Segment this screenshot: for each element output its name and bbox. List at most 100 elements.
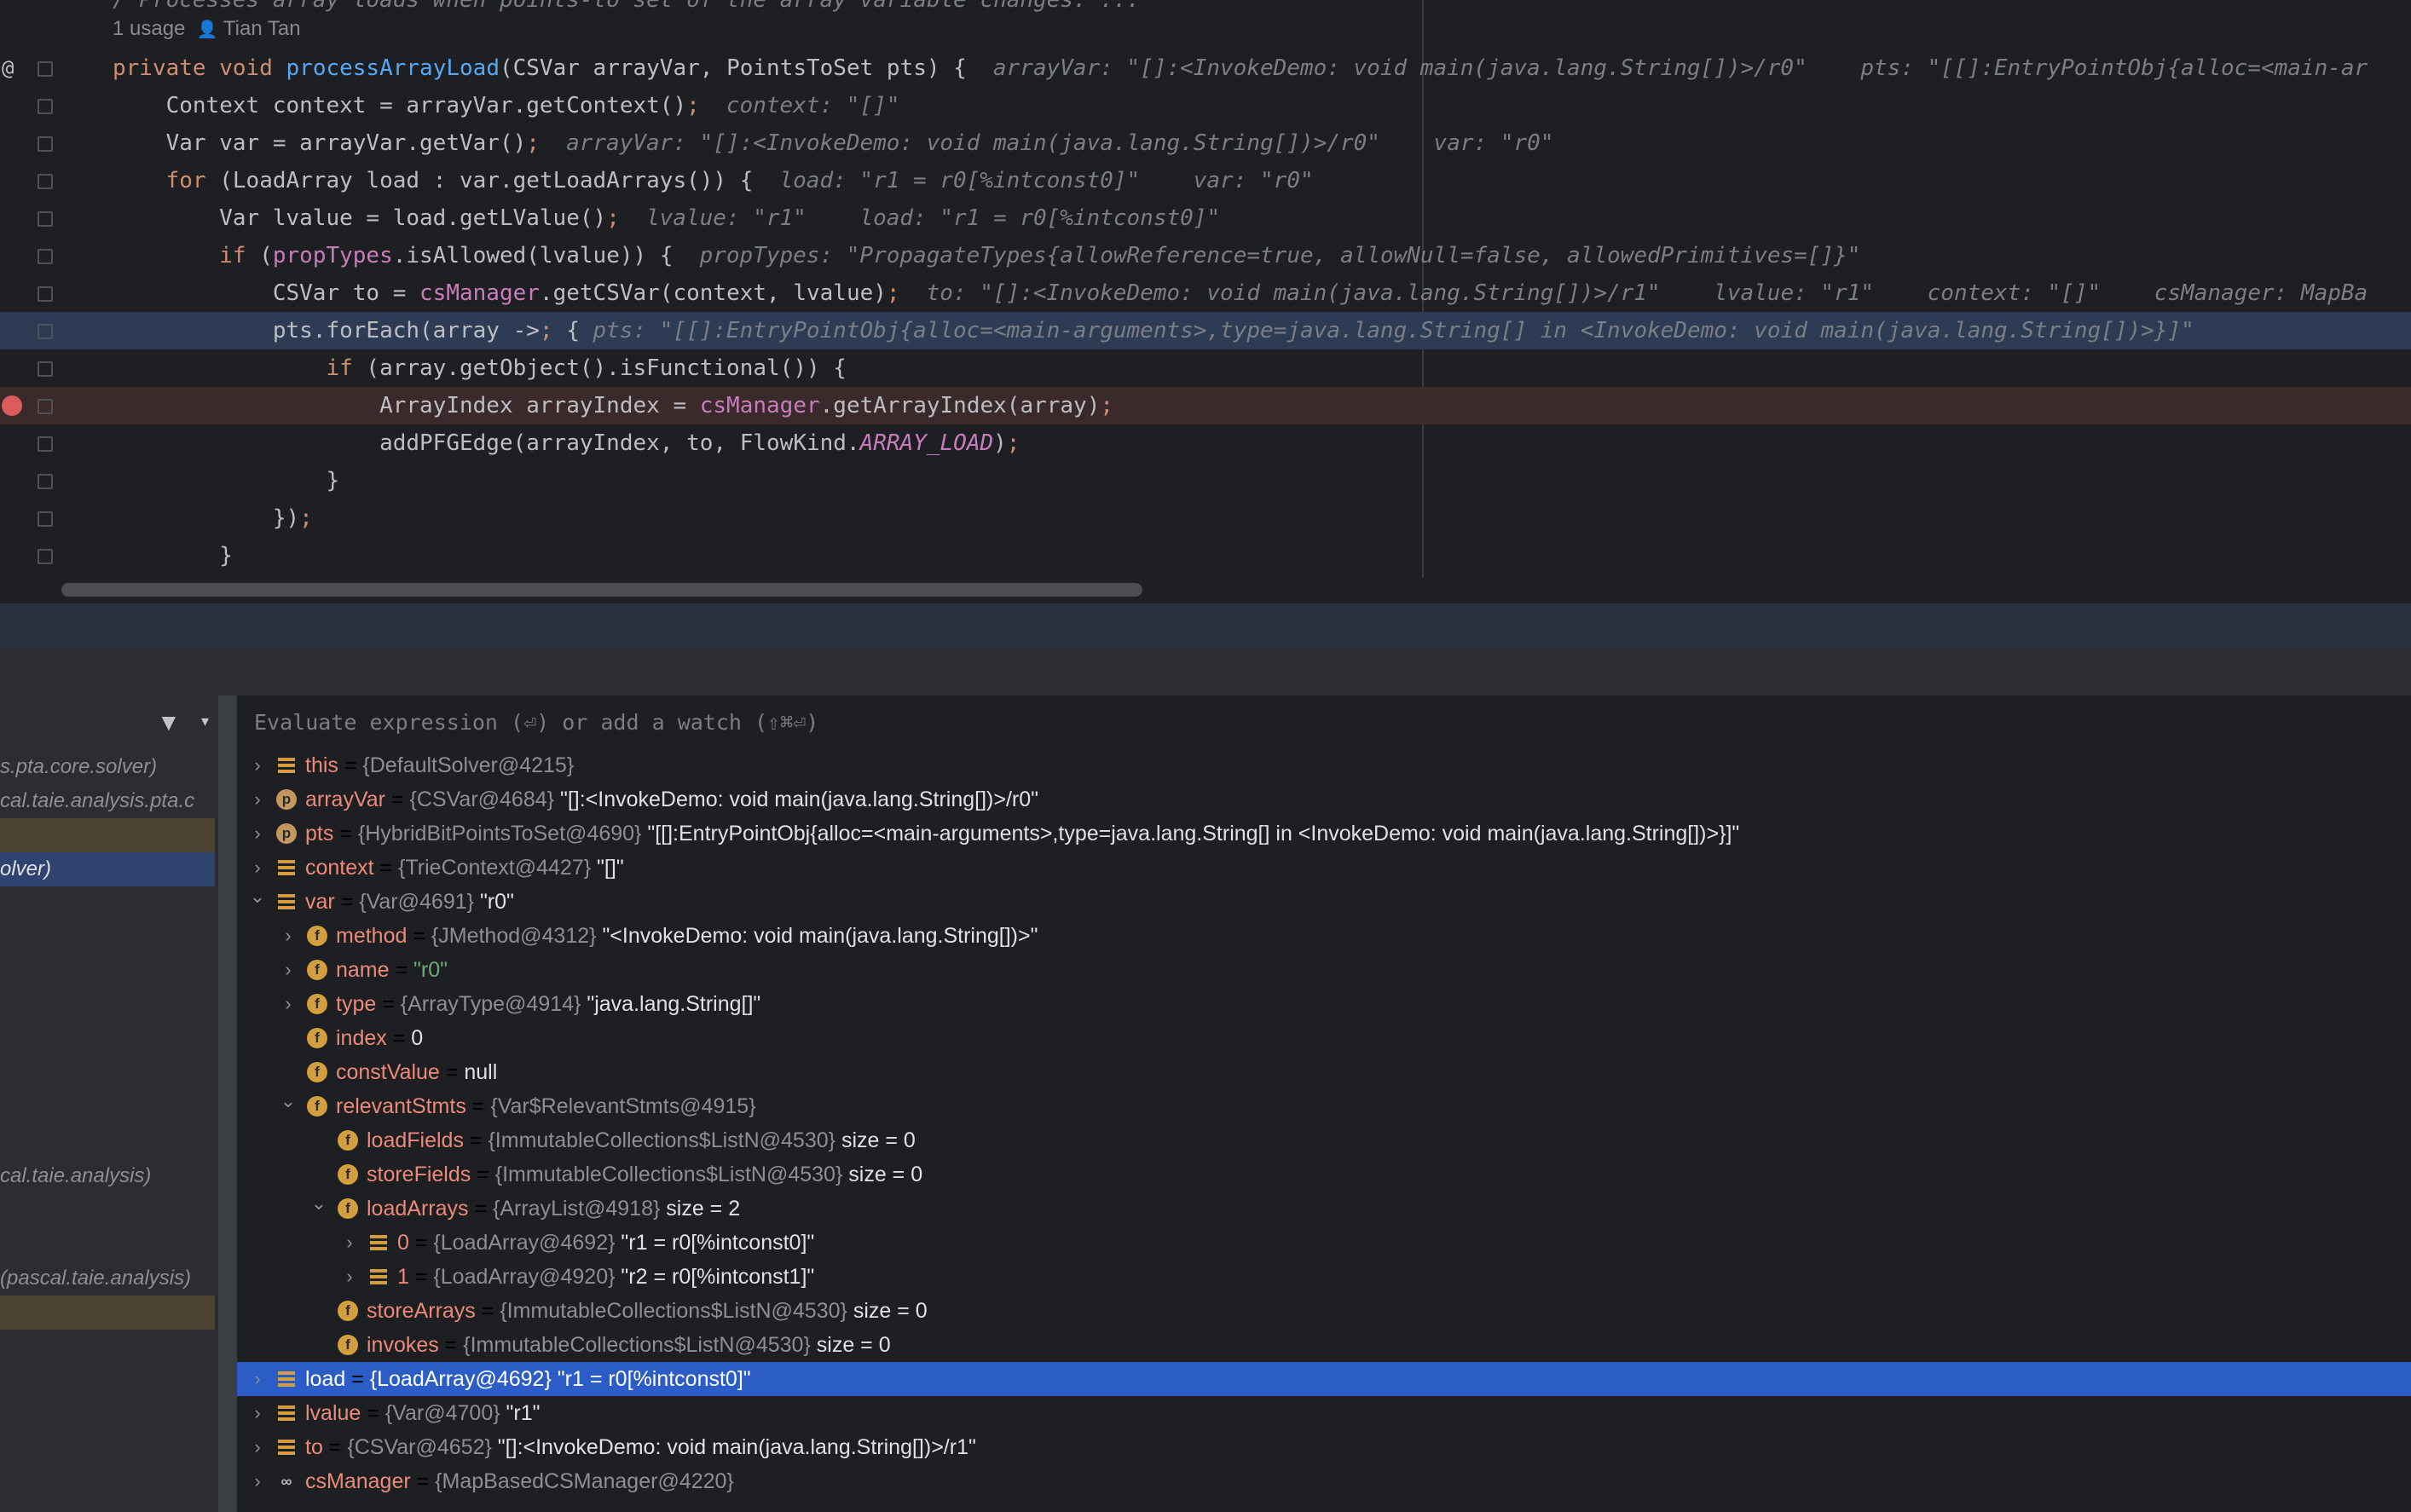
fold-marker-icon[interactable] (38, 211, 53, 227)
chevron-right-icon[interactable]: › (280, 953, 297, 987)
fold-marker-icon[interactable] (38, 399, 53, 414)
variable-type: {Var$RelevantStmts@4915} (490, 1094, 756, 1118)
frame-item[interactable]: olver) (0, 852, 215, 886)
variable-row[interactable]: › f name = "r0" (237, 953, 2411, 987)
code-editor[interactable]: / Processes array loads when points-to s… (0, 0, 2411, 603)
inline-value-hint: context: "[]" (726, 93, 900, 118)
inline-value-hint: load: "r1 = r0[%intconst0]" var: "r0" (779, 168, 1314, 193)
chevron-right-icon[interactable]: › (249, 817, 266, 851)
chevron-right-icon[interactable]: › (249, 1396, 266, 1430)
chevron-right-icon[interactable]: › (341, 1260, 358, 1294)
variable-row[interactable]: › p arrayVar = {CSVar@4684} "[]:<InvokeDem… (237, 782, 2411, 817)
code-line[interactable]: Var lvalue = load.getLValue(); lvalue: "r… (0, 199, 2411, 237)
variable-name: this (305, 753, 338, 777)
fold-marker-icon[interactable] (38, 286, 53, 302)
variable-name: load (305, 1367, 346, 1391)
code-line[interactable]: for (LoadArray load : var.getLoadArrays(… (0, 162, 2411, 199)
frames-panel[interactable]: s.pta.core.solver) cal.taie.analysis.pta.… (0, 695, 218, 1512)
frame-item[interactable] (0, 1296, 215, 1330)
frame-item[interactable] (0, 818, 215, 852)
variable-row[interactable]: › load = {LoadArray@4692} "r1 = r0[%intco… (237, 1362, 2411, 1396)
variable-row[interactable]: › to = {CSVar@4652} "[]:<InvokeDemo: void… (237, 1430, 2411, 1464)
variable-type: {MapBasedCSManager@4220} (435, 1469, 734, 1493)
frame-item[interactable]: (pascal.taie.analysis) (0, 1261, 215, 1296)
variable-row[interactable]: ⌄ var = {Var@4691} "r0" (237, 885, 2411, 919)
frame-item[interactable]: cal.taie.analysis.pta.c (0, 784, 215, 818)
variable-name: constValue (336, 1060, 440, 1084)
fold-marker-icon[interactable] (38, 361, 53, 377)
code-line[interactable]: }); (0, 499, 2411, 537)
variable-row[interactable]: ⌄ f loadArrays = {ArrayList@4918} size = 2 (237, 1192, 2411, 1226)
evaluate-placeholder: Evaluate expression (⏎) or add a watch (… (254, 710, 819, 735)
variable-row[interactable]: › f method = {JMethod@4312} "<InvokeDemo: … (237, 919, 2411, 953)
variable-row[interactable]: › ∞ csManager = {MapBasedCSManager@4220} (237, 1464, 2411, 1498)
chevron-down-icon[interactable]: ⌄ (249, 880, 266, 914)
code-line[interactable]: if (array.getObject().isFunctional()) { (0, 349, 2411, 387)
variable-value: size = 0 (816, 1333, 891, 1357)
variable-row[interactable]: › context = {TrieContext@4427} "[]" (237, 851, 2411, 885)
chevron-right-icon[interactable]: › (249, 748, 266, 782)
frames-scrollbar[interactable] (218, 695, 237, 1512)
code-line[interactable]: } (0, 462, 2411, 499)
chevron-down-icon[interactable]: ⌄ (280, 1084, 297, 1118)
evaluate-expression-field[interactable]: Evaluate expression (⏎) or add a watch (… (237, 704, 2411, 742)
code-line-current[interactable]: pts.forEach(array ->; {pts: "[[]:EntryPo… (0, 312, 2411, 349)
variable-row[interactable]: f index = 0 (237, 1021, 2411, 1055)
override-gutter-icon[interactable]: @ (2, 56, 14, 80)
chevron-right-icon[interactable]: › (280, 919, 297, 953)
fold-marker-icon[interactable] (38, 136, 53, 152)
chevron-right-icon[interactable]: › (341, 1226, 358, 1260)
variable-row[interactable]: › 1 = {LoadArray@4920} "r2 = r0[%intconst… (237, 1260, 2411, 1294)
variable-name: pts (305, 822, 334, 845)
code-line[interactable]: CSVar to = csManager.getCSVar(context, l… (0, 274, 2411, 312)
chevron-right-icon[interactable]: › (249, 1430, 266, 1464)
fold-marker-icon[interactable] (38, 174, 53, 189)
field-icon: f (338, 1198, 358, 1219)
variables-panel[interactable]: › this = {DefaultSolver@4215} › p arrayVar … (237, 695, 2411, 1512)
field-icon: f (338, 1130, 358, 1151)
fold-marker-icon[interactable] (38, 549, 53, 564)
variable-type: {ImmutableCollections$ListN@4530} (494, 1163, 843, 1186)
filter-icon[interactable]: ▼ (157, 709, 181, 736)
variable-row[interactable]: › f type = {ArrayType@4914} "java.lang.Str… (237, 987, 2411, 1021)
fold-marker-icon[interactable] (38, 61, 53, 77)
variable-row[interactable]: ⌄ f relevantStmts = {Var$RelevantStmts@491… (237, 1089, 2411, 1123)
variable-row[interactable]: › lvalue = {Var@4700} "r1" (237, 1396, 2411, 1430)
fold-marker-icon[interactable] (38, 474, 53, 489)
fold-marker-icon[interactable] (38, 99, 53, 114)
code-line[interactable]: private void processArrayLoad(CSVar arra… (0, 49, 2411, 87)
code-text: }); (113, 505, 313, 531)
variable-row[interactable]: › 0 = {LoadArray@4692} "r1 = r0[%intconst… (237, 1226, 2411, 1260)
chevron-right-icon[interactable]: › (280, 987, 297, 1021)
code-line[interactable]: ArrayIndex arrayIndex = csManager.getArr… (0, 387, 2411, 424)
code-text: for (LoadArray load : var.getLoadArrays(… (165, 168, 754, 193)
variable-row[interactable]: › this = {DefaultSolver@4215} (237, 748, 2411, 782)
fold-marker-icon[interactable] (38, 511, 53, 527)
chevron-right-icon[interactable]: › (249, 1362, 266, 1396)
frame-item[interactable]: s.pta.core.solver) (0, 750, 215, 784)
code-line[interactable]: } (0, 537, 2411, 574)
variable-row[interactable]: f storeFields = {ImmutableCollections$Lis… (237, 1157, 2411, 1192)
filter-options-chevron-icon[interactable]: ▾ (201, 713, 209, 730)
variable-row[interactable]: f invokes = {ImmutableCollections$ListN@4… (237, 1328, 2411, 1362)
horizontal-scrollbar[interactable] (61, 583, 1142, 597)
variable-row[interactable]: f storeArrays = {ImmutableCollections$Lis… (237, 1294, 2411, 1328)
code-line[interactable]: if (propTypes.isAllowed(lvalue)) {propTy… (0, 237, 2411, 274)
chevron-down-icon[interactable]: ⌄ (310, 1186, 327, 1221)
usage-hint[interactable]: 1 usage 👤 Tian Tan (113, 17, 301, 41)
code-line[interactable]: Context context = arrayVar.getContext();… (0, 87, 2411, 124)
code-text: Var lvalue = load.getLValue(); (113, 205, 620, 231)
variable-row[interactable]: f constValue = null (237, 1055, 2411, 1089)
fold-marker-icon[interactable] (38, 436, 53, 452)
code-line[interactable]: addPFGEdge(arrayIndex, to, FlowKind.ARRA… (0, 424, 2411, 462)
frame-item[interactable]: cal.taie.analysis) (0, 1159, 215, 1193)
chevron-right-icon[interactable]: › (249, 1464, 266, 1498)
variable-row[interactable]: › p pts = {HybridBitPointsToSet@4690} "[[]… (237, 817, 2411, 851)
fold-marker-icon[interactable] (38, 324, 53, 339)
code-line[interactable]: Var var = arrayVar.getVar(); arrayVar: "[… (0, 124, 2411, 162)
variable-row[interactable]: f loadFields = {ImmutableCollections$List… (237, 1123, 2411, 1157)
chevron-right-icon[interactable]: › (249, 782, 266, 817)
breakpoint-icon[interactable] (2, 395, 22, 416)
code-text: Context context = arrayVar.getContext(); (113, 93, 700, 118)
fold-marker-icon[interactable] (38, 249, 53, 264)
